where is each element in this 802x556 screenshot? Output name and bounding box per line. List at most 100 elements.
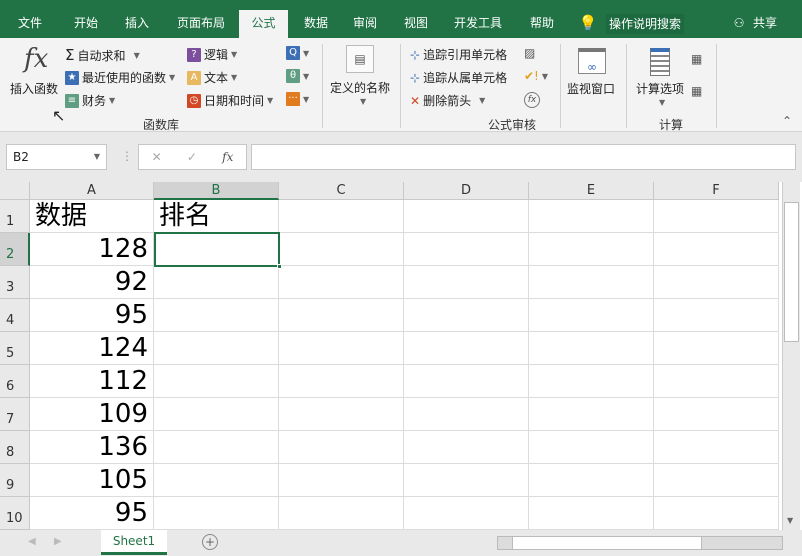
cell[interactable] [529, 365, 654, 398]
cell-b10[interactable] [154, 497, 279, 530]
cell[interactable] [529, 299, 654, 332]
row-header[interactable]: 3 [0, 266, 30, 299]
enter-icon[interactable]: ✓ [187, 150, 197, 164]
cell[interactable] [529, 200, 654, 233]
trace-precedents-button[interactable]: ⊹ 追踪引用单元格 [410, 46, 507, 63]
cell[interactable] [404, 266, 529, 299]
cell[interactable] [654, 299, 779, 332]
row-header[interactable]: 2 [0, 233, 30, 266]
cell-a2[interactable]: 128 [30, 233, 154, 266]
cell[interactable] [279, 233, 404, 266]
column-header-E[interactable]: E [529, 182, 654, 200]
horizontal-scroll-thumb[interactable] [512, 537, 702, 549]
cell[interactable] [529, 332, 654, 365]
share-button[interactable]: 共享 [750, 10, 780, 38]
tab-file[interactable]: 文件 [8, 10, 52, 38]
more-functions-button[interactable]: ··· ▼ [286, 92, 309, 106]
cell-a5[interactable]: 124 [30, 332, 154, 365]
cell-a8[interactable]: 136 [30, 431, 154, 464]
autosum-button[interactable]: Σ 自动求和 ▼ [65, 46, 140, 64]
cell-b4[interactable] [154, 299, 279, 332]
text-button[interactable]: A 文本 ▼ [187, 69, 237, 86]
cell-a7[interactable]: 109 [30, 398, 154, 431]
tab-review[interactable]: 审阅 [345, 10, 385, 38]
defined-names-button[interactable]: 定义的名称 [330, 79, 390, 96]
cell-a4[interactable]: 95 [30, 299, 154, 332]
cell-b7[interactable] [154, 398, 279, 431]
watch-window-button[interactable]: 监视窗口 [567, 80, 615, 97]
cell[interactable] [404, 365, 529, 398]
cell[interactable] [404, 497, 529, 530]
cell[interactable] [529, 233, 654, 266]
cell[interactable] [404, 299, 529, 332]
column-header-A[interactable]: A [30, 182, 154, 200]
sheet-tab-sheet1[interactable]: Sheet1 [101, 530, 167, 555]
cell[interactable] [279, 365, 404, 398]
lookup-button[interactable]: Q ▼ [286, 46, 309, 60]
cell-b3[interactable] [154, 266, 279, 299]
cell[interactable] [279, 299, 404, 332]
cell[interactable] [404, 431, 529, 464]
financial-button[interactable]: ≡ 财务 ▼ [65, 92, 115, 109]
cell[interactable] [279, 332, 404, 365]
cell-b9[interactable] [154, 464, 279, 497]
calculation-options-button[interactable]: 计算选项 [636, 80, 684, 97]
tab-home[interactable]: 开始 [64, 10, 108, 38]
insert-function-button[interactable]: 插入函数 [10, 80, 58, 97]
cell[interactable] [654, 332, 779, 365]
row-header[interactable]: 7 [0, 398, 30, 431]
tell-me-search[interactable]: 操作说明搜索 [606, 14, 684, 34]
horizontal-scrollbar[interactable] [497, 536, 783, 550]
tab-data[interactable]: 数据 [296, 10, 336, 38]
vertical-scrollbar[interactable]: ▼ [782, 182, 800, 530]
formula-input[interactable] [251, 144, 796, 170]
cell[interactable] [279, 266, 404, 299]
tab-help[interactable]: 帮助 [522, 10, 562, 38]
cell[interactable] [529, 266, 654, 299]
column-header-B[interactable]: B [154, 182, 279, 200]
row-header[interactable]: 5 [0, 332, 30, 365]
calculate-now-icon[interactable]: ▦ [691, 52, 702, 66]
column-header-D[interactable]: D [404, 182, 529, 200]
tab-view[interactable]: 视图 [396, 10, 436, 38]
cell[interactable] [279, 200, 404, 233]
cell[interactable] [404, 398, 529, 431]
tab-developer[interactable]: 开发工具 [448, 10, 508, 38]
cell-a6[interactable]: 112 [30, 365, 154, 398]
select-all-corner[interactable] [0, 182, 30, 200]
cell-a3[interactable]: 92 [30, 266, 154, 299]
math-button[interactable]: θ ▼ [286, 69, 309, 83]
evaluate-formula-icon[interactable]: fx [524, 92, 540, 108]
cell[interactable] [654, 431, 779, 464]
cell[interactable] [529, 431, 654, 464]
calculate-sheet-icon[interactable]: ▦ [691, 84, 702, 98]
cell[interactable] [404, 464, 529, 497]
cell-a9[interactable]: 105 [30, 464, 154, 497]
tab-insert[interactable]: 插入 [115, 10, 159, 38]
cell[interactable] [404, 332, 529, 365]
cell-a1[interactable]: 数据 [30, 200, 154, 233]
fill-handle[interactable] [277, 264, 282, 269]
recent-functions-button[interactable]: ★ 最近使用的函数 ▼ [65, 69, 175, 86]
cell[interactable] [279, 398, 404, 431]
error-checking-icon[interactable]: ✔! ▼ [524, 69, 548, 83]
selected-cell-b2[interactable] [154, 232, 280, 267]
row-header[interactable]: 8 [0, 431, 30, 464]
prev-sheet-icon[interactable]: ◀ [28, 536, 36, 547]
add-sheet-icon[interactable]: + [202, 534, 218, 550]
cell[interactable] [529, 398, 654, 431]
tab-formulas[interactable]: 公式 [239, 10, 288, 38]
column-header-F[interactable]: F [654, 182, 779, 200]
logical-button[interactable]: ? 逻辑 ▼ [187, 46, 237, 63]
insert-function-icon[interactable]: fx [222, 150, 233, 164]
cell[interactable] [529, 497, 654, 530]
cell-b1[interactable]: 排名 [154, 200, 279, 233]
cell[interactable] [404, 200, 529, 233]
cell[interactable] [654, 233, 779, 266]
next-sheet-icon[interactable]: ▶ [54, 536, 62, 547]
row-header[interactable]: 9 [0, 464, 30, 497]
row-header[interactable]: 6 [0, 365, 30, 398]
cell[interactable] [654, 200, 779, 233]
cell[interactable] [654, 266, 779, 299]
cell-a10[interactable]: 95 [30, 497, 154, 530]
